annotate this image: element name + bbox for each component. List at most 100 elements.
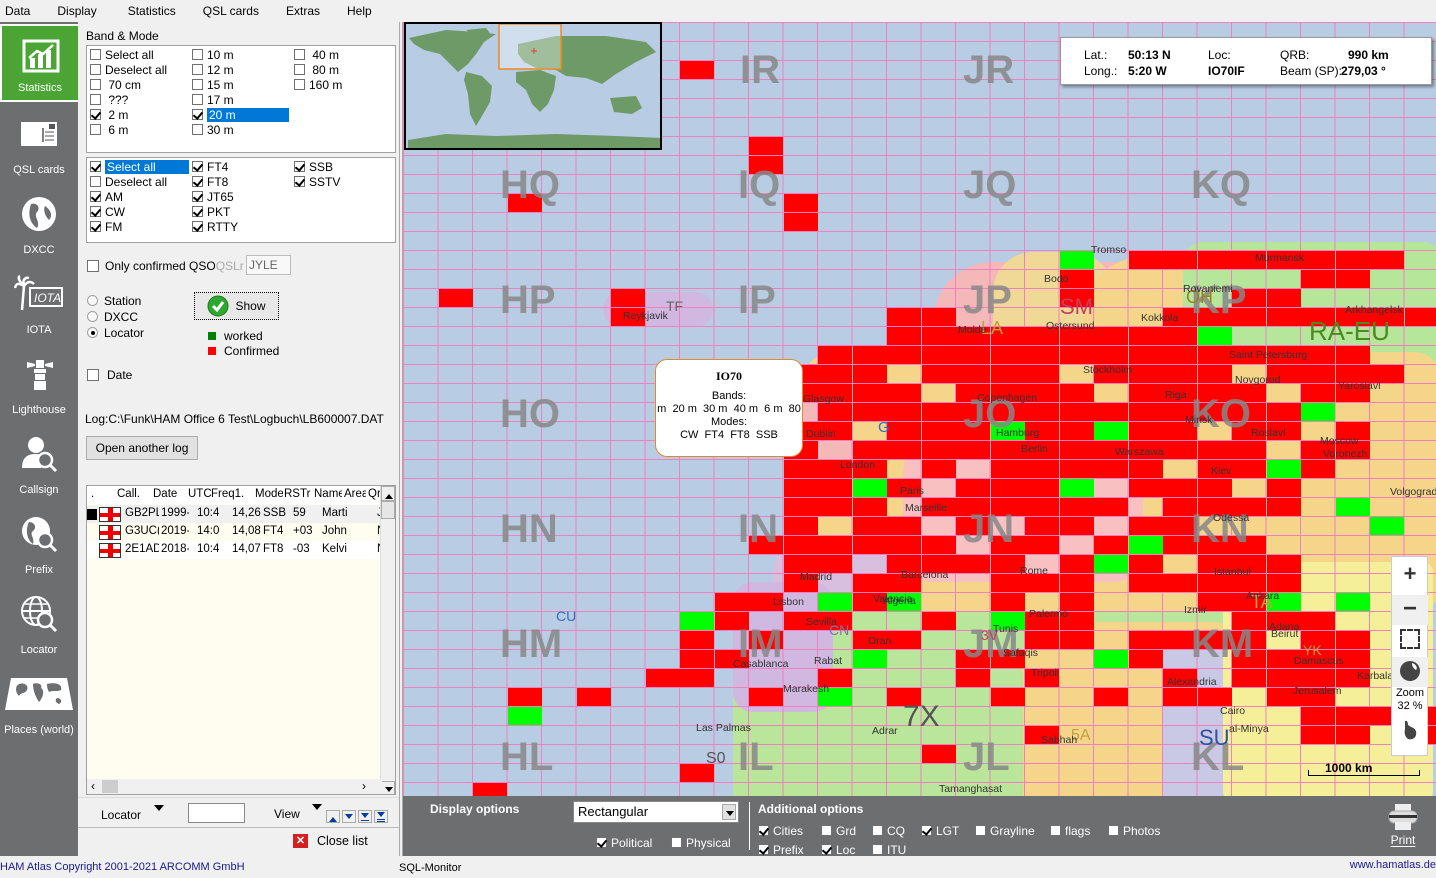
confirmed-locator-cell[interactable] (1128, 479, 1163, 497)
confirmed-locator-cell[interactable] (783, 517, 818, 535)
confirmed-locator-cell[interactable] (921, 308, 956, 326)
col-header[interactable]: Name (314, 488, 342, 500)
col-header[interactable]: RSTr (284, 488, 310, 500)
confirmed-locator-cell[interactable] (1128, 365, 1163, 383)
band-20m[interactable]: 20 m (192, 107, 289, 122)
confirmed-locator-cell[interactable] (921, 536, 956, 554)
confirmed-locator-cell[interactable] (680, 631, 714, 649)
mode-ft4[interactable]: FT4 (192, 159, 228, 174)
table-vertical-scrollbar[interactable] (380, 486, 395, 794)
checkbox[interactable] (294, 161, 305, 172)
menu-help[interactable]: Help (342, 4, 372, 18)
confirmed-locator-cell[interactable] (921, 346, 956, 364)
band-30m[interactable]: 30 m (192, 122, 234, 137)
confirmed-locator-cell[interactable] (1301, 270, 1335, 288)
confirmed-locator-cell[interactable] (1128, 574, 1163, 592)
checkbox[interactable] (90, 79, 101, 90)
worked-locator-cell[interactable] (1370, 517, 1404, 535)
confirmed-locator-cell[interactable] (1128, 403, 1163, 421)
confirmed-locator-cell[interactable] (749, 688, 783, 706)
show-button[interactable]: Show (194, 292, 279, 320)
confirmed-locator-cell[interactable] (852, 574, 887, 592)
sidebar-item-iota[interactable]: IOTA IOTA (0, 264, 78, 342)
sidebar-item-prefix[interactable]: Prefix (0, 504, 78, 582)
checkbox[interactable] (192, 109, 203, 120)
confirmed-locator-cell[interactable] (1059, 403, 1094, 421)
confirmed-locator-cell[interactable] (1128, 251, 1163, 269)
confirmed-locator-cell[interactable] (1197, 251, 1232, 269)
confirmed-locator-cell[interactable] (1335, 346, 1370, 364)
confirmed-locator-cell[interactable] (956, 669, 990, 687)
confirmed-locator-cell[interactable] (507, 688, 542, 706)
menu-qsl-cards[interactable]: QSL cards (198, 4, 259, 18)
confirmed-locator-cell[interactable] (783, 536, 818, 554)
sidebar-item-dxcc[interactable]: DXCC (0, 184, 78, 262)
confirmed-locator-cell[interactable] (1163, 327, 1197, 345)
table-row[interactable]: G3UC( 2019-0 14:0 14,08 FT4 +03 John NI (87, 523, 389, 541)
zoom-in-button[interactable]: + (1392, 561, 1428, 591)
confirmed-locator-cell[interactable] (1059, 574, 1094, 592)
menu-data[interactable]: Data (0, 4, 30, 18)
table-horizontal-scrollbar[interactable]: ‹ › (87, 779, 382, 794)
radio-station[interactable]: Station (87, 293, 141, 308)
confirmed-locator-cell[interactable] (1301, 251, 1335, 269)
band-160m[interactable]: 160 m (294, 77, 342, 92)
confirmed-locator-cell[interactable] (1335, 631, 1370, 649)
checkbox[interactable] (192, 176, 203, 187)
menu-statistics[interactable]: Statistics (123, 4, 176, 18)
move-down-button[interactable] (342, 810, 356, 823)
confirmed-locator-cell[interactable] (921, 441, 956, 459)
confirmed-locator-cell[interactable] (1094, 498, 1128, 516)
cq-checkbox[interactable]: CQ (872, 823, 905, 838)
band-list[interactable]: Select all Deselect all 70 cm ??? 2 m 6 … (86, 45, 396, 153)
confirmed-locator-cell[interactable] (887, 346, 921, 364)
confirmed-locator-cell[interactable] (990, 688, 1025, 706)
confirmed-locator-cell[interactable] (1059, 631, 1094, 649)
confirmed-locator-cell[interactable] (852, 517, 887, 535)
checkbox[interactable] (294, 49, 305, 60)
worked-locator-cell[interactable] (507, 707, 542, 725)
checkbox[interactable] (921, 825, 932, 836)
date-checkbox[interactable]: Date (87, 367, 132, 382)
checkbox[interactable] (87, 259, 99, 272)
worked-locator-cell[interactable] (1197, 327, 1232, 345)
confirmed-locator-cell[interactable] (1128, 460, 1163, 478)
mode-fm[interactable]: FM (90, 219, 122, 234)
sidebar-item-places-world[interactable]: Places (world) (0, 664, 78, 742)
confirmed-locator-cell[interactable] (1094, 460, 1128, 478)
worked-locator-cell[interactable] (1266, 460, 1301, 478)
checkbox[interactable] (758, 825, 769, 836)
confirmed-locator-cell[interactable] (1197, 441, 1232, 459)
confirmed-locator-cell[interactable] (1128, 631, 1163, 649)
worked-locator-cell[interactable] (1094, 555, 1128, 573)
checkbox[interactable] (192, 64, 203, 75)
confirmed-locator-cell[interactable] (990, 479, 1025, 497)
worked-locator-cell[interactable] (852, 479, 887, 497)
confirmed-locator-cell[interactable] (852, 441, 887, 459)
col-header[interactable]: UTC (188, 488, 212, 500)
confirmed-locator-cell[interactable] (887, 384, 921, 402)
confirmed-locator-cell[interactable] (921, 612, 956, 630)
move-last-button[interactable] (358, 810, 372, 823)
cities-checkbox[interactable]: Cities (758, 823, 803, 838)
checkbox[interactable] (90, 49, 101, 60)
mode-ssb[interactable]: SSB (294, 159, 333, 174)
confirmed-locator-cell[interactable] (1301, 726, 1335, 744)
confirmed-locator-cell[interactable] (1128, 555, 1163, 573)
confirmed-locator-cell[interactable] (1197, 346, 1232, 364)
zoom-out-button[interactable]: − (1392, 595, 1428, 625)
confirmed-locator-cell[interactable] (1266, 555, 1301, 573)
confirmed-locator-cell[interactable] (438, 289, 473, 307)
confirmed-locator-cell[interactable] (990, 365, 1025, 383)
mode-pkt[interactable]: PKT (192, 204, 230, 219)
confirmed-locator-cell[interactable] (645, 669, 680, 687)
band-deselect-all[interactable]: Deselect all (90, 62, 167, 77)
confirmed-locator-cell[interactable] (1163, 346, 1197, 364)
sidebar-item-callsign[interactable]: Callsign (0, 424, 78, 502)
confirmed-locator-cell[interactable] (1094, 346, 1128, 364)
website-link[interactable]: www.hamatlas.de (1350, 859, 1436, 871)
confirmed-locator-cell[interactable] (783, 498, 818, 516)
confirmed-locator-cell[interactable] (783, 460, 818, 478)
itu-checkbox[interactable]: ITU (872, 842, 906, 857)
confirmed-locator-cell[interactable] (956, 479, 990, 497)
